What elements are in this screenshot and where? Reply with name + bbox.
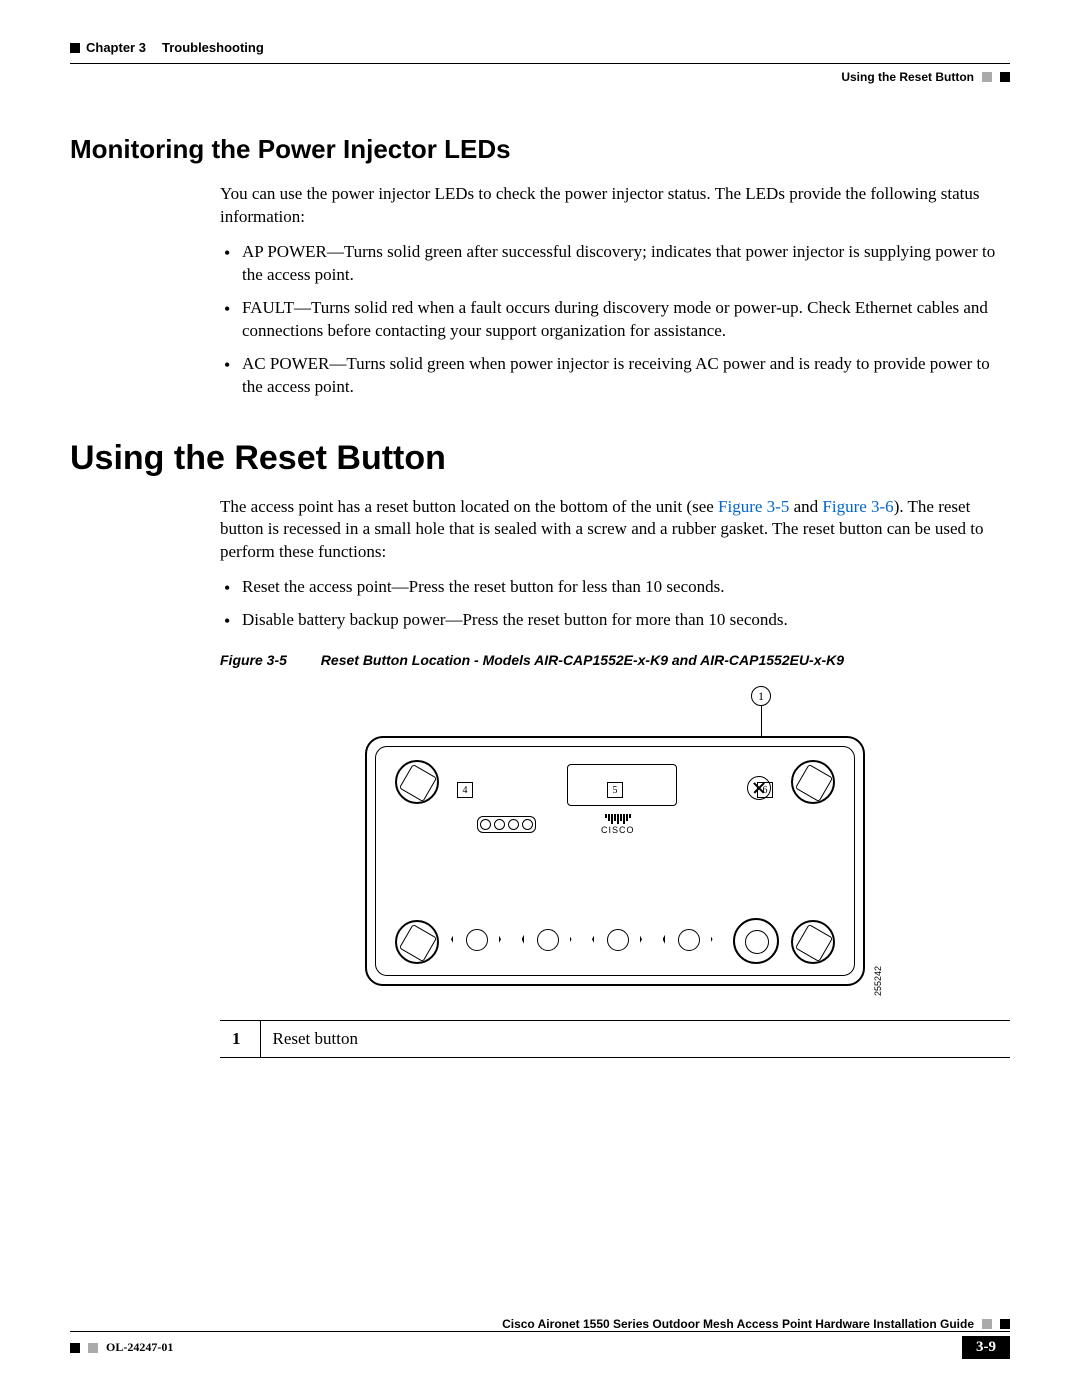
section-heading-reset: Using the Reset Button: [70, 439, 1010, 478]
hex-connector-icon: [592, 914, 642, 964]
port-label: 4: [457, 782, 473, 798]
intro-text: The access point has a reset button loca…: [220, 497, 718, 516]
section1-intro: You can use the power injector LEDs to c…: [220, 183, 1010, 229]
led-icon: [522, 819, 533, 830]
header-rule: [70, 63, 1010, 64]
callout-circle: 1: [751, 686, 771, 706]
section2-bullets: Reset the access point—Press the reset b…: [220, 576, 1010, 632]
port-panel: [567, 764, 677, 806]
bolt-icon: [791, 920, 835, 964]
section-heading-monitoring: Monitoring the Power Injector LEDs: [70, 134, 1010, 165]
guide-title-text: Cisco Aironet 1550 Series Outdoor Mesh A…: [502, 1317, 974, 1331]
doc-number-text: OL-24247-01: [106, 1340, 173, 1355]
footer-square-dark-icon: [70, 1343, 80, 1353]
xref-figure-3-5[interactable]: Figure 3-5: [718, 497, 789, 516]
list-item: Reset the access point—Press the reset b…: [220, 576, 1010, 599]
crumb-square-light-icon: [982, 72, 992, 82]
footer-square-light-icon: [982, 1319, 992, 1329]
bolt-icon: [395, 760, 439, 804]
doc-number: OL-24247-01: [70, 1340, 173, 1355]
crumb-square-dark-icon: [1000, 72, 1010, 82]
breadcrumb: Using the Reset Button: [70, 70, 1010, 84]
chapter-label: Chapter 3: [86, 40, 146, 55]
breadcrumb-text: Using the Reset Button: [841, 70, 974, 84]
device-illustration: 1 4 5 6: [355, 686, 875, 996]
figure-caption-text: Reset Button Location - Models AIR-CAP15…: [321, 652, 844, 668]
round-connector-icon: [733, 918, 779, 964]
led-icon: [508, 819, 519, 830]
legend-text: Reset button: [260, 1021, 1010, 1058]
hex-connector-icon: [451, 914, 501, 964]
cisco-text: CISCO: [601, 825, 635, 835]
hex-connector-icon: [663, 914, 713, 964]
bolt-icon: [791, 760, 835, 804]
xref-figure-3-6[interactable]: Figure 3-6: [822, 497, 893, 516]
section2-intro: The access point has a reset button loca…: [220, 496, 1010, 565]
page-header: Chapter 3 Troubleshooting: [70, 40, 1010, 55]
list-item: AP POWER—Turns solid green after success…: [220, 241, 1010, 287]
list-item: Disable battery backup power—Press the r…: [220, 609, 1010, 632]
page-number: 3-9: [962, 1336, 1010, 1359]
intro-text: and: [789, 497, 822, 516]
cisco-logo: CISCO: [601, 814, 635, 835]
cisco-bars-icon: [601, 814, 635, 824]
list-item: AC POWER—Turns solid green when power in…: [220, 353, 1010, 399]
led-icon: [494, 819, 505, 830]
footer-square-light-icon: [88, 1343, 98, 1353]
led-icon: [480, 819, 491, 830]
header-left: Chapter 3 Troubleshooting: [70, 40, 264, 55]
chapter-title: Troubleshooting: [162, 40, 264, 55]
footer-rule: [70, 1331, 1010, 1332]
legend-table: 1 Reset button: [220, 1020, 1010, 1058]
figure-caption: Figure 3-5 Reset Button Location - Model…: [220, 652, 1010, 668]
drawing-number: 255242: [873, 966, 883, 996]
hex-connector-icon: [522, 914, 572, 964]
reset-screw-icon: [747, 776, 771, 800]
led-strip: [477, 816, 536, 833]
list-item: FAULT—Turns solid red when a fault occur…: [220, 297, 1010, 343]
figure-3-5: 1 4 5 6: [220, 686, 1010, 996]
footer-square-dark-icon: [1000, 1319, 1010, 1329]
header-square-icon: [70, 43, 80, 53]
legend-num: 1: [220, 1021, 260, 1058]
figure-label: Figure 3-5: [220, 652, 287, 668]
bottom-connectors: [451, 884, 779, 964]
page-footer: Cisco Aironet 1550 Series Outdoor Mesh A…: [70, 1317, 1010, 1359]
table-row: 1 Reset button: [220, 1021, 1010, 1058]
footer-guide-title: Cisco Aironet 1550 Series Outdoor Mesh A…: [70, 1317, 1010, 1331]
bolt-icon: [395, 920, 439, 964]
chassis: 4 5 6: [365, 736, 865, 986]
section1-bullets: AP POWER—Turns solid green after success…: [220, 241, 1010, 399]
